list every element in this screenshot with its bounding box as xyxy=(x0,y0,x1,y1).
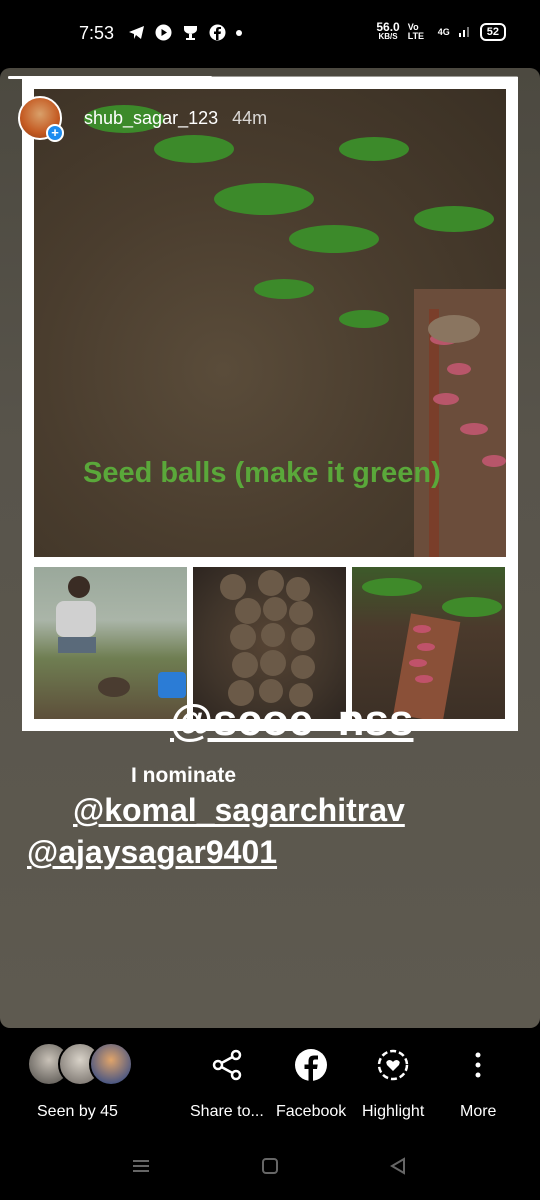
story-action-bar: Seen by 45 Share to... Facebook Highligh… xyxy=(0,1032,540,1132)
mention-scoe-nss[interactable]: @scoe_nss xyxy=(170,696,413,746)
photo-thumbnail-person xyxy=(34,567,187,719)
signal-bars-icon xyxy=(458,24,472,41)
battery-indicator: 52 xyxy=(479,23,506,41)
share-to-button[interactable]: Share to... xyxy=(190,1048,264,1121)
story-header[interactable]: + shub_sagar_123 44m xyxy=(18,96,268,142)
volte-label: Vo LTE xyxy=(407,22,425,41)
story-timestamp: 44m xyxy=(232,107,268,128)
status-time: 7:53 xyxy=(79,23,115,43)
nominate-text: I nominate xyxy=(131,764,237,787)
youtube-icon xyxy=(155,24,172,41)
network-speed: 56.0 KB/S xyxy=(376,20,400,41)
more-button[interactable]: More xyxy=(460,1048,496,1121)
facebook-icon xyxy=(294,1048,328,1087)
more-notifications-dot-icon xyxy=(236,29,242,36)
system-navigation-bar xyxy=(0,1132,540,1200)
author-avatar[interactable]: + xyxy=(18,96,64,142)
back-icon[interactable] xyxy=(388,1156,408,1181)
home-icon[interactable] xyxy=(260,1156,280,1181)
highlight-button[interactable]: Highlight xyxy=(362,1048,424,1121)
signal-label: 4G xyxy=(437,27,450,37)
viewer-avatars[interactable] xyxy=(27,1042,137,1086)
author-username[interactable]: shub_sagar_123 xyxy=(84,108,218,129)
add-story-plus-icon: + xyxy=(46,124,64,142)
mention-ajay[interactable]: @ajaysagar9401 xyxy=(27,834,277,871)
recent-apps-icon[interactable] xyxy=(131,1156,151,1181)
trophy-icon xyxy=(182,24,199,41)
story-viewer[interactable]: Seed balls (make it green) + shub_sagar_… xyxy=(0,68,540,1028)
facebook-label: Facebook xyxy=(276,1103,347,1120)
collage-frame: Seed balls (make it green) xyxy=(22,77,518,731)
viewer-avatar xyxy=(89,1042,133,1086)
share-icon xyxy=(210,1048,244,1087)
more-vertical-icon xyxy=(461,1048,495,1087)
facebook-status-icon xyxy=(209,24,226,41)
highlight-label: Highlight xyxy=(362,1103,425,1120)
status-notification-icons xyxy=(128,24,242,41)
highlight-icon xyxy=(376,1048,410,1087)
seen-by-label[interactable]: Seen by 45 xyxy=(37,1103,118,1121)
status-right: 56.0 KB/S Vo LTE 4G 52 xyxy=(376,20,506,42)
more-label: More xyxy=(460,1103,497,1120)
facebook-button[interactable]: Facebook xyxy=(276,1048,346,1121)
telegram-icon xyxy=(128,24,145,41)
story-caption-overlay: Seed balls (make it green) xyxy=(83,457,441,489)
status-bar: 7:53 56.0 KB/S Vo LTE 4G 52 xyxy=(0,0,540,68)
mention-komal[interactable]: @komal_sagarchitrav xyxy=(73,792,405,829)
share-to-label: Share to... xyxy=(190,1103,264,1120)
